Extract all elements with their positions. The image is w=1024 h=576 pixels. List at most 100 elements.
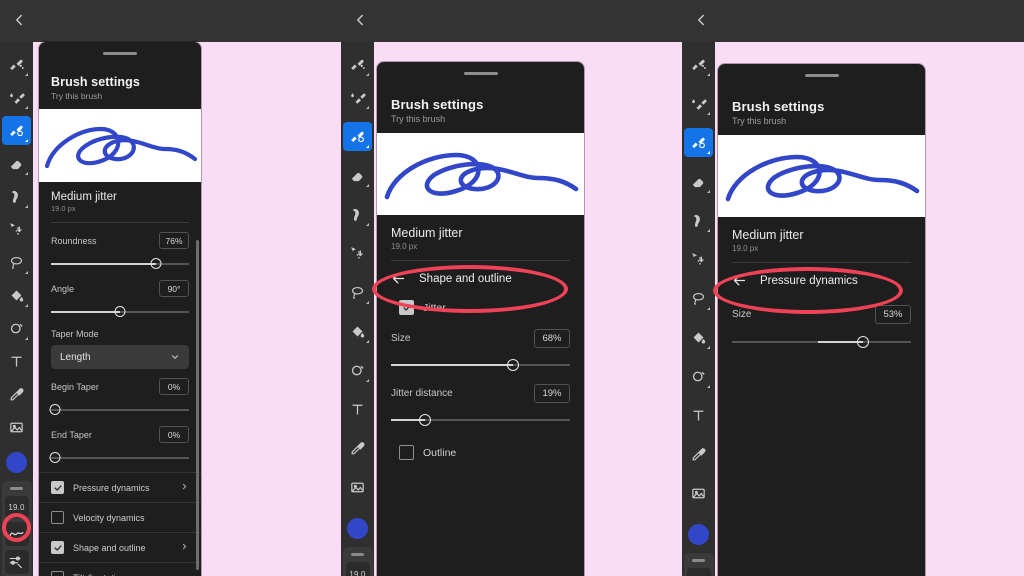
lasso-select-tool[interactable] — [343, 278, 372, 307]
pixel-brush-tool[interactable] — [2, 50, 31, 79]
brush-color-swatch[interactable] — [688, 524, 709, 545]
checkbox-checked-icon[interactable] — [51, 541, 64, 554]
brush-size-chip[interactable]: 19.0 — [4, 496, 29, 518]
slider-value[interactable]: 19% — [534, 384, 570, 403]
vector-brush-tool[interactable] — [2, 116, 31, 145]
option-velocity-dynamics[interactable]: Velocity dynamics — [39, 502, 201, 532]
brush-size-chip[interactable]: 19.0 — [686, 568, 711, 576]
wave-icon[interactable] — [4, 522, 29, 546]
vector-brush-tool[interactable] — [684, 128, 713, 157]
brush-size-chip[interactable]: 19.0 — [345, 562, 370, 576]
checkbox-unchecked-icon[interactable] — [399, 445, 414, 460]
adjustment-tool[interactable] — [343, 356, 372, 385]
live-watercolor-brush-tool[interactable] — [2, 83, 31, 112]
chevron-left-icon[interactable] — [351, 11, 369, 29]
slider-thumb[interactable] — [856, 336, 869, 348]
slider-thumb[interactable] — [114, 306, 126, 317]
checkbox-unchecked-icon[interactable] — [51, 571, 64, 576]
slider-thumb[interactable] — [506, 359, 519, 371]
adjustment-tool[interactable] — [684, 362, 713, 391]
brush-settings-icon[interactable] — [4, 550, 29, 574]
eyedropper-tool[interactable] — [2, 380, 31, 409]
eraser-tool[interactable] — [684, 167, 713, 196]
subnav-pressure-dynamics[interactable]: Pressure dynamics — [718, 263, 925, 298]
tool-expand-corner — [366, 106, 369, 109]
arrow-left-icon[interactable] — [732, 273, 747, 288]
fill-tool[interactable] — [2, 281, 31, 310]
pixel-brush-tool[interactable] — [343, 50, 372, 79]
image-tool[interactable] — [343, 473, 372, 502]
lasso-select-tool[interactable] — [684, 284, 713, 313]
checkbox-unchecked-icon[interactable] — [51, 511, 64, 524]
slider-control[interactable] — [51, 257, 189, 271]
smudge-tool[interactable] — [343, 200, 372, 229]
image-tool[interactable] — [2, 413, 31, 442]
group-grip[interactable] — [10, 487, 23, 490]
tool-expand-corner — [707, 229, 710, 232]
text-tool[interactable] — [2, 347, 31, 376]
slider-size: Size 53% — [718, 298, 925, 349]
slider-thumb[interactable] — [49, 452, 61, 463]
eyedropper-tool[interactable] — [684, 440, 713, 469]
option-jitter[interactable]: Jitter — [377, 296, 584, 319]
slider-control[interactable] — [732, 335, 911, 349]
chevron-left-icon[interactable] — [10, 11, 28, 29]
brush-color-swatch[interactable] — [6, 452, 27, 473]
option-pressure-dynamics[interactable]: Pressure dynamics — [39, 472, 201, 502]
slider-control[interactable] — [391, 413, 570, 427]
slider-value[interactable]: 90° — [159, 280, 189, 297]
live-watercolor-brush-tool[interactable] — [343, 83, 372, 112]
transform-tool[interactable] — [2, 215, 31, 244]
slider-control[interactable] — [391, 358, 570, 372]
arrow-left-icon[interactable] — [391, 271, 406, 286]
chevron-right-icon[interactable] — [180, 482, 189, 494]
sheet-scrollbar[interactable] — [196, 240, 199, 570]
slider-thumb[interactable] — [150, 258, 162, 269]
checkbox-checked-icon[interactable] — [399, 300, 414, 315]
smudge-tool[interactable] — [684, 206, 713, 235]
slider-control[interactable] — [51, 305, 189, 319]
group-grip[interactable] — [351, 553, 364, 556]
checkbox-checked-icon[interactable] — [51, 481, 64, 494]
slider-value[interactable]: 53% — [875, 305, 911, 324]
slider-value[interactable]: 76% — [159, 232, 189, 249]
slider-thumb[interactable] — [419, 414, 431, 426]
brush-stroke-preview[interactable] — [377, 133, 584, 215]
live-watercolor-brush-tool[interactable] — [684, 89, 713, 118]
slider-control[interactable] — [49, 451, 189, 465]
smudge-tool[interactable] — [2, 182, 31, 211]
vector-brush-tool[interactable] — [343, 122, 372, 151]
chevron-left-icon[interactable] — [692, 11, 710, 29]
slider-end-taper: End Taper 0% — [39, 417, 201, 465]
text-tool[interactable] — [684, 401, 713, 430]
brush-color-swatch[interactable] — [347, 518, 368, 539]
image-tool[interactable] — [684, 479, 713, 508]
tool-rail-1: 19.0 — [0, 42, 33, 576]
fill-tool[interactable] — [684, 323, 713, 352]
slider-thumb[interactable] — [49, 404, 61, 415]
group-grip[interactable] — [692, 559, 705, 562]
text-tool[interactable] — [343, 395, 372, 424]
slider-value[interactable]: 0% — [159, 378, 189, 395]
lasso-select-tool[interactable] — [2, 248, 31, 277]
brush-stroke-preview[interactable] — [39, 109, 201, 182]
pixel-brush-tool[interactable] — [684, 50, 713, 79]
adjustment-tool[interactable] — [2, 314, 31, 343]
option-tilt-and-rotation[interactable]: Tilt & rotation — [39, 562, 201, 576]
sheet-header-1: Brush settings Try this brush — [39, 55, 201, 109]
subnav-shape-and-outline[interactable]: Shape and outline — [377, 261, 584, 296]
taper-mode-select[interactable]: Length — [51, 345, 189, 369]
option-outline[interactable]: Outline — [377, 427, 584, 464]
chevron-right-icon[interactable] — [180, 542, 189, 554]
slider-value[interactable]: 0% — [159, 426, 189, 443]
eraser-tool[interactable] — [343, 161, 372, 190]
eraser-tool[interactable] — [2, 149, 31, 178]
fill-tool[interactable] — [343, 317, 372, 346]
brush-stroke-preview[interactable] — [718, 135, 925, 217]
slider-value[interactable]: 68% — [534, 329, 570, 348]
transform-tool[interactable] — [684, 245, 713, 274]
transform-tool[interactable] — [343, 239, 372, 268]
option-shape-and-outline[interactable]: Shape and outline — [39, 532, 201, 562]
slider-control[interactable] — [49, 403, 189, 417]
eyedropper-tool[interactable] — [343, 434, 372, 463]
